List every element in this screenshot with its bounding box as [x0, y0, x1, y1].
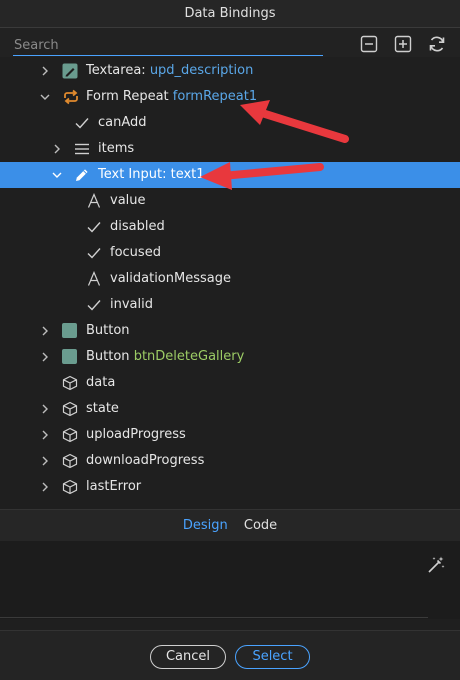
chevron-right-icon[interactable]	[40, 326, 50, 336]
magic-wand-button[interactable]	[426, 555, 446, 575]
tree-item-invalid[interactable]: invalid	[0, 292, 460, 318]
tree-item-state[interactable]: state	[0, 396, 460, 422]
minus-square-icon	[360, 35, 378, 53]
list-icon	[74, 141, 90, 157]
chevron-right-icon[interactable]	[40, 430, 50, 440]
textarea-icon	[62, 63, 78, 79]
tree-item-button-delete-gallery[interactable]: Button btnDeleteGallery	[0, 344, 460, 370]
tree-item-label: data	[86, 375, 116, 390]
refresh-icon	[429, 36, 445, 52]
tree-item-focused[interactable]: focused	[0, 240, 460, 266]
tree-item-form-repeat[interactable]: Form Repeat formRepeat1	[0, 84, 460, 110]
refresh-button[interactable]	[427, 34, 447, 54]
expression-panel: Design Code Cancel Select	[0, 509, 460, 680]
tree-item-label: focused	[110, 245, 161, 260]
tree-item-label: disabled	[110, 219, 165, 234]
tree-item-label: items	[98, 141, 135, 156]
tree-item-data[interactable]: data	[0, 370, 460, 396]
tree-item-button[interactable]: Button	[0, 318, 460, 344]
cube-icon	[62, 453, 78, 469]
tree-item-items[interactable]: items	[0, 136, 460, 162]
tree-item-label: Text Input: text1	[98, 167, 205, 182]
tree-item-label: lastError	[86, 479, 142, 494]
cancel-button[interactable]: Cancel	[150, 645, 226, 669]
text-a-icon	[86, 270, 102, 287]
tree-item-name: formRepeat1	[172, 89, 258, 104]
text-a-icon	[86, 192, 102, 209]
expand-all-button[interactable]	[394, 35, 412, 53]
check-icon	[74, 115, 90, 131]
search-input[interactable]	[13, 35, 323, 56]
chevron-right-icon[interactable]	[40, 456, 50, 466]
button-square-icon	[62, 349, 78, 365]
tree-item-name: upd_description	[149, 63, 254, 78]
select-button[interactable]: Select	[235, 645, 310, 669]
dialog-footer: Cancel Select	[0, 630, 460, 680]
cube-icon	[62, 375, 78, 391]
tree-item-validation-message[interactable]: validationMessage	[0, 266, 460, 292]
expression-editor[interactable]	[0, 541, 460, 619]
tree-item-canadd[interactable]: canAdd	[0, 110, 460, 136]
chevron-right-icon[interactable]	[52, 144, 62, 154]
tree-item-prefix: Button	[86, 349, 130, 364]
button-square-icon	[62, 323, 78, 339]
tree-item-text-input[interactable]: Text Input: text1	[0, 162, 460, 188]
check-icon	[86, 297, 102, 313]
collapse-all-button[interactable]	[360, 35, 378, 53]
tree-item-upload-progress[interactable]: uploadProgress	[0, 422, 460, 448]
tree-item-prefix: Form Repeat	[86, 89, 169, 104]
chevron-right-icon[interactable]	[40, 482, 50, 492]
plus-square-icon	[394, 35, 412, 53]
tree-item-textarea[interactable]: Textarea: upd_description	[0, 58, 460, 84]
tab-code[interactable]: Code	[238, 510, 283, 542]
tree-item-last-error[interactable]: lastError	[0, 474, 460, 500]
tree-item-label: state	[86, 401, 119, 416]
chevron-down-icon[interactable]	[40, 92, 50, 102]
tree-item-label: Button	[86, 323, 130, 338]
tree-item-label: validationMessage	[110, 271, 231, 286]
tree-item-label: invalid	[110, 297, 153, 312]
tree-item-label: uploadProgress	[86, 427, 186, 442]
pencil-icon	[74, 167, 90, 183]
cube-icon	[62, 427, 78, 443]
tab-design[interactable]: Design	[177, 510, 234, 542]
repeat-icon	[62, 89, 80, 105]
tree-item-label: canAdd	[98, 115, 147, 130]
chevron-right-icon[interactable]	[40, 66, 50, 76]
tree-item-disabled[interactable]: disabled	[0, 214, 460, 240]
divider	[0, 617, 428, 618]
check-icon	[86, 245, 102, 261]
magic-wand-icon	[428, 556, 445, 573]
tree-item-name: btnDeleteGallery	[133, 349, 245, 364]
tree-item-value[interactable]: value	[0, 188, 460, 214]
tree-item-prefix: Textarea:	[86, 63, 146, 78]
chevron-right-icon[interactable]	[40, 352, 50, 362]
tree-item-label: downloadProgress	[86, 453, 205, 468]
chevron-down-icon[interactable]	[52, 170, 62, 180]
bindings-tree: Textarea: upd_description Form Repeat fo…	[0, 57, 460, 509]
editor-tabs: Design Code	[0, 509, 460, 541]
check-icon	[86, 219, 102, 235]
dialog-title: Data Bindings	[0, 0, 460, 28]
cube-icon	[62, 401, 78, 417]
cube-icon	[62, 479, 78, 495]
chevron-right-icon[interactable]	[40, 404, 50, 414]
tree-item-label: value	[110, 193, 146, 208]
tree-item-download-progress[interactable]: downloadProgress	[0, 448, 460, 474]
